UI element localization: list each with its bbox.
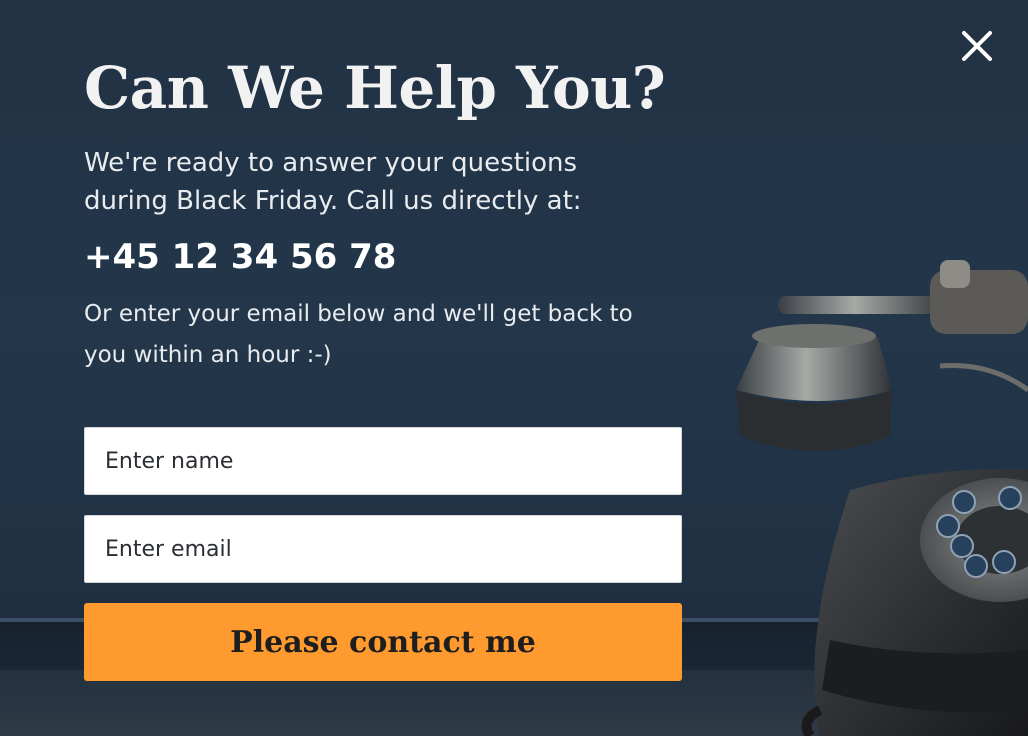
close-icon bbox=[962, 31, 992, 61]
name-field[interactable] bbox=[84, 427, 682, 495]
popup-lead-text: We're ready to answer your questions dur… bbox=[84, 148, 582, 216]
contact-popup: Can We Help You? We're ready to answer y… bbox=[0, 0, 1028, 736]
close-button[interactable] bbox=[958, 27, 996, 65]
contact-me-button[interactable]: Please contact me bbox=[84, 603, 682, 681]
email-field[interactable] bbox=[84, 515, 682, 583]
popup-title: Can We Help You? bbox=[84, 54, 666, 122]
rotary-telephone-image bbox=[736, 260, 1028, 736]
phone-number: +45 12 34 56 78 bbox=[84, 237, 397, 277]
popup-sub-text: Or enter your email below and we'll get … bbox=[84, 301, 633, 368]
popup-content: Can We Help You? We're ready to answer y… bbox=[84, 50, 684, 376]
